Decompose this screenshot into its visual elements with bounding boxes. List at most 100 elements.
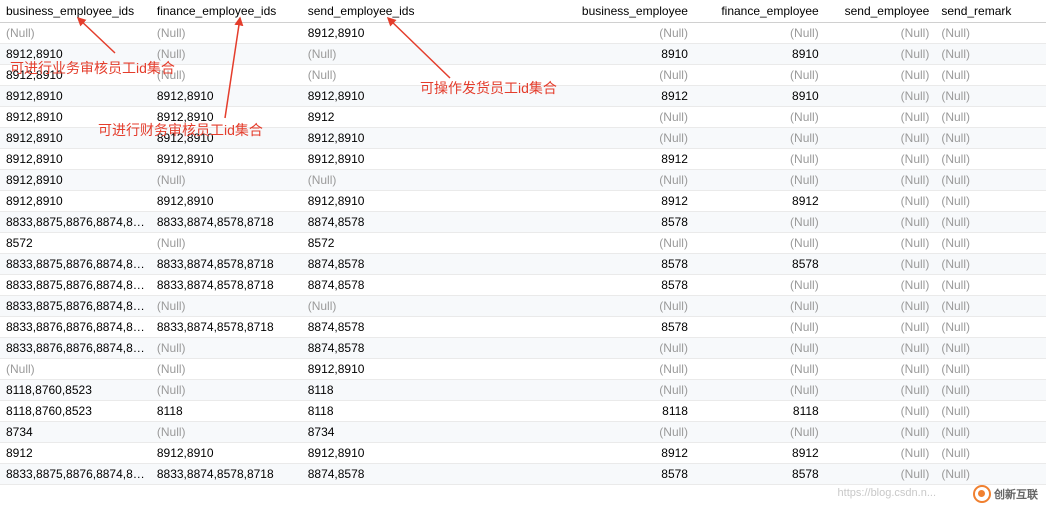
table-row[interactable]: 8833,8876,8876,8874,8877(Null)8874,8578(… xyxy=(0,338,1046,359)
col-header-business-employee[interactable]: business_employee xyxy=(563,0,694,23)
cell[interactable]: 8578 xyxy=(563,254,694,275)
cell[interactable]: 8118,8760,8523 xyxy=(0,401,151,422)
cell[interactable]: (Null) xyxy=(694,170,825,191)
cell[interactable]: (Null) xyxy=(935,128,1046,149)
cell[interactable]: (Null) xyxy=(151,296,302,317)
cell[interactable]: 8912,8910 xyxy=(302,191,564,212)
cell[interactable]: 8912,8910 xyxy=(302,128,564,149)
table-row[interactable]: 89128912,89108912,891089128912(Null)(Nul… xyxy=(0,443,1046,464)
cell[interactable]: (Null) xyxy=(302,44,564,65)
cell[interactable]: 8912,8910 xyxy=(0,149,151,170)
cell[interactable]: (Null) xyxy=(302,65,564,86)
cell[interactable]: 8578 xyxy=(694,464,825,485)
cell[interactable]: (Null) xyxy=(825,275,936,296)
col-header-business-employee-ids[interactable]: business_employee_ids xyxy=(0,0,151,23)
cell[interactable]: 8912,8910 xyxy=(151,191,302,212)
cell[interactable]: 8912,8910 xyxy=(151,86,302,107)
cell[interactable]: (Null) xyxy=(563,233,694,254)
cell[interactable]: (Null) xyxy=(935,254,1046,275)
cell[interactable]: (Null) xyxy=(151,23,302,44)
cell[interactable]: (Null) xyxy=(694,107,825,128)
col-header-send-employee[interactable]: send_employee xyxy=(825,0,936,23)
table-row[interactable]: 8118,8760,8523(Null)8118(Null)(Null)(Nul… xyxy=(0,380,1046,401)
cell[interactable]: 8912,8910 xyxy=(0,191,151,212)
cell[interactable]: 8912,8910 xyxy=(0,86,151,107)
table-row[interactable]: 8833,8875,8876,8874,88778833,8874,8578,8… xyxy=(0,254,1046,275)
cell[interactable]: (Null) xyxy=(935,317,1046,338)
cell[interactable]: (Null) xyxy=(825,44,936,65)
cell[interactable]: (Null) xyxy=(935,401,1046,422)
cell[interactable]: 8118 xyxy=(302,380,564,401)
table-row[interactable]: 8912,89108912,89108912(Null)(Null)(Null)… xyxy=(0,107,1046,128)
cell[interactable]: (Null) xyxy=(825,464,936,485)
cell[interactable]: 8910 xyxy=(563,44,694,65)
cell[interactable]: (Null) xyxy=(935,464,1046,485)
cell[interactable]: 8912,8910 xyxy=(0,44,151,65)
cell[interactable]: 8578 xyxy=(563,317,694,338)
data-grid-container[interactable]: business_employee_ids finance_employee_i… xyxy=(0,0,1046,511)
cell[interactable]: (Null) xyxy=(151,338,302,359)
cell[interactable]: 8912 xyxy=(694,443,825,464)
cell[interactable]: 8833,8875,8876,8874,8877 xyxy=(0,275,151,296)
cell[interactable]: (Null) xyxy=(825,443,936,464)
cell[interactable]: 8833,8875,8876,8874,8877 xyxy=(0,464,151,485)
cell[interactable]: 8874,8578 xyxy=(302,464,564,485)
cell[interactable]: 8572 xyxy=(302,233,564,254)
cell[interactable]: (Null) xyxy=(935,65,1046,86)
table-row[interactable]: 8912,8910(Null)(Null)(Null)(Null)(Null)(… xyxy=(0,65,1046,86)
col-header-send-remark[interactable]: send_remark xyxy=(935,0,1046,23)
col-header-send-employee-ids[interactable]: send_employee_ids xyxy=(302,0,564,23)
cell[interactable]: (Null) xyxy=(563,380,694,401)
cell[interactable]: 8578 xyxy=(563,464,694,485)
cell[interactable]: 8912 xyxy=(0,443,151,464)
cell[interactable]: (Null) xyxy=(935,44,1046,65)
cell[interactable]: 8912,8910 xyxy=(302,149,564,170)
cell[interactable]: (Null) xyxy=(935,107,1046,128)
cell[interactable]: 8912,8910 xyxy=(151,128,302,149)
cell[interactable]: (Null) xyxy=(694,65,825,86)
cell[interactable]: (Null) xyxy=(825,296,936,317)
cell[interactable]: (Null) xyxy=(694,275,825,296)
cell[interactable]: (Null) xyxy=(0,23,151,44)
col-header-finance-employee[interactable]: finance_employee xyxy=(694,0,825,23)
cell[interactable]: (Null) xyxy=(935,23,1046,44)
cell[interactable]: 8833,8874,8578,8718 xyxy=(151,212,302,233)
cell[interactable]: (Null) xyxy=(563,128,694,149)
cell[interactable]: 8912 xyxy=(302,107,564,128)
cell[interactable]: (Null) xyxy=(563,107,694,128)
table-row[interactable]: 8734(Null)8734(Null)(Null)(Null)(Null) xyxy=(0,422,1046,443)
cell[interactable]: (Null) xyxy=(825,149,936,170)
cell[interactable]: (Null) xyxy=(694,422,825,443)
cell[interactable]: (Null) xyxy=(825,170,936,191)
cell[interactable]: (Null) xyxy=(563,359,694,380)
cell[interactable]: (Null) xyxy=(935,359,1046,380)
cell[interactable]: (Null) xyxy=(563,422,694,443)
table-row[interactable]: (Null)(Null)8912,8910(Null)(Null)(Null)(… xyxy=(0,359,1046,380)
cell[interactable]: (Null) xyxy=(302,170,564,191)
table-row[interactable]: 8833,8876,8876,8874,88778833,8874,8578,8… xyxy=(0,317,1046,338)
cell[interactable]: 8912,8910 xyxy=(0,170,151,191)
table-row[interactable]: 8118,8760,85238118811881188118(Null)(Nul… xyxy=(0,401,1046,422)
cell[interactable]: (Null) xyxy=(694,212,825,233)
cell[interactable]: 8833,8876,8876,8874,8877 xyxy=(0,317,151,338)
cell[interactable]: (Null) xyxy=(151,422,302,443)
cell[interactable]: (Null) xyxy=(825,86,936,107)
cell[interactable]: 8578 xyxy=(694,254,825,275)
cell[interactable]: 8833,8875,8876,8874,8877 xyxy=(0,296,151,317)
table-row[interactable]: 8912,89108912,89108912,891089128912(Null… xyxy=(0,191,1046,212)
cell[interactable]: 8912,8910 xyxy=(0,65,151,86)
cell[interactable]: 8572 xyxy=(0,233,151,254)
cell[interactable]: (Null) xyxy=(694,233,825,254)
cell[interactable]: 8874,8578 xyxy=(302,212,564,233)
cell[interactable]: 8912,8910 xyxy=(302,359,564,380)
cell[interactable]: (Null) xyxy=(151,170,302,191)
cell[interactable]: 8910 xyxy=(694,44,825,65)
cell[interactable]: (Null) xyxy=(563,65,694,86)
cell[interactable]: (Null) xyxy=(694,128,825,149)
cell[interactable]: (Null) xyxy=(825,401,936,422)
cell[interactable]: (Null) xyxy=(825,233,936,254)
cell[interactable]: 8874,8578 xyxy=(302,254,564,275)
cell[interactable]: 8118 xyxy=(302,401,564,422)
cell[interactable]: 8833,8875,8876,8874,8877 xyxy=(0,212,151,233)
cell[interactable]: 8118 xyxy=(694,401,825,422)
